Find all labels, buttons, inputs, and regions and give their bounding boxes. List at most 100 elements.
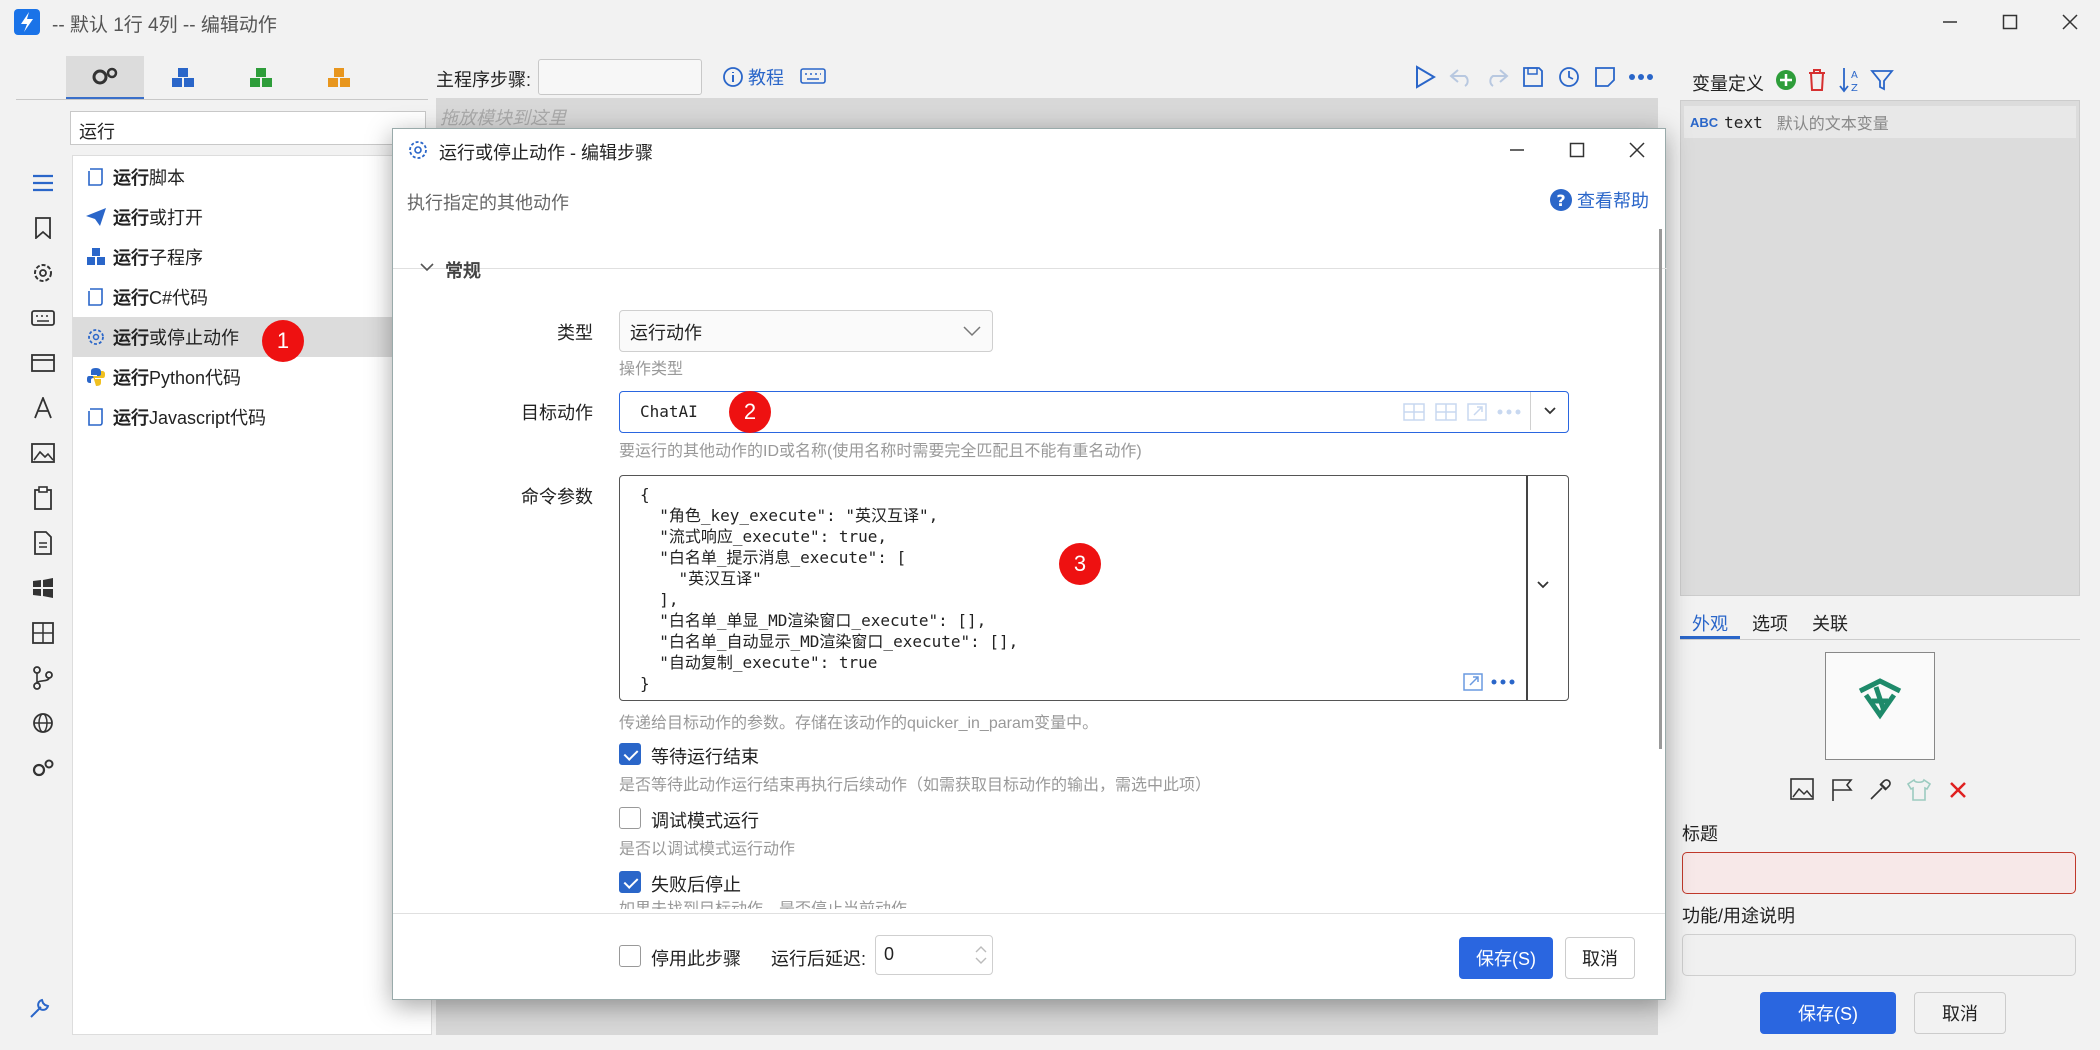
tab-subprograms[interactable]: [144, 56, 222, 100]
gear-icon[interactable]: [22, 250, 64, 295]
tab-modules[interactable]: [66, 56, 144, 100]
stop-on-fail-hint-clip: 如果未找到目标动作，是否停止当前动作: [619, 895, 1319, 909]
redo-icon[interactable]: [1482, 62, 1512, 92]
list-item-run-csharp[interactable]: 运行 C#代码: [73, 277, 431, 317]
dialog-scrollbar[interactable]: [1659, 229, 1662, 749]
dialog-description-bar: 执行指定的其他动作 ? 查看帮助: [393, 171, 1667, 269]
image-icon[interactable]: [22, 430, 64, 475]
chevron-down-icon: [963, 326, 981, 337]
description-input[interactable]: [1682, 934, 2076, 976]
debug-checkbox[interactable]: [619, 807, 641, 829]
tab-library[interactable]: [300, 56, 378, 100]
dialog-close-button[interactable]: [1607, 129, 1667, 171]
debug-label: 调试模式运行: [651, 811, 759, 831]
list-item-run-javascript[interactable]: 运行 Javascript代码: [73, 397, 431, 437]
delay-input[interactable]: 0: [875, 935, 993, 975]
tab-appearance[interactable]: 外观: [1680, 604, 1740, 639]
minimize-button[interactable]: [1920, 0, 1980, 44]
variable-item-text[interactable]: ABC text 默认的文本变量: [1684, 106, 2076, 138]
dialog-minimize-button[interactable]: [1487, 129, 1547, 171]
variable-type: ABC: [1690, 114, 1719, 130]
target-dropdown-button[interactable]: [1530, 392, 1568, 430]
sort-az-icon[interactable]: AZ: [1838, 66, 1864, 94]
shirt-icon[interactable]: [1906, 778, 1932, 802]
type-select[interactable]: 运行动作: [619, 310, 993, 352]
tab-shared-subprograms[interactable]: [222, 56, 300, 100]
run-icon[interactable]: [1410, 62, 1440, 92]
action-icon-preview[interactable]: [1825, 652, 1935, 760]
list-item-run-python[interactable]: 运行 Python代码: [73, 357, 431, 397]
filter-icon[interactable]: [1870, 68, 1894, 92]
variable-name: text: [1724, 112, 1763, 132]
module-category-tabs: [66, 56, 428, 100]
title-label: 标题: [1682, 824, 1718, 844]
type-hint: 操作类型: [619, 361, 684, 378]
text-icon[interactable]: [22, 385, 64, 430]
dialog-save-button[interactable]: 保存(S): [1459, 937, 1553, 979]
list-item-run-script[interactable]: 运行 脚本: [73, 157, 431, 197]
open-external-icon[interactable]: [1462, 672, 1484, 692]
file-icon[interactable]: [22, 520, 64, 565]
windows-logo-icon[interactable]: [22, 565, 64, 610]
more-icon: [1497, 409, 1521, 415]
module-search-input[interactable]: 运行: [70, 111, 426, 145]
stop-on-fail-checkbox[interactable]: [619, 871, 641, 893]
save-action-button[interactable]: 保存(S): [1760, 992, 1896, 1034]
delete-variable-icon[interactable]: [1806, 68, 1828, 92]
chevron-down-icon[interactable]: [419, 261, 435, 273]
dialog-maximize-button[interactable]: [1547, 129, 1607, 171]
list-item-run-subprogram[interactable]: 运行 子程序: [73, 237, 431, 277]
tab-options[interactable]: 选项: [1740, 604, 1800, 639]
section-general[interactable]: 常规: [445, 257, 481, 283]
flag-icon[interactable]: [1830, 778, 1854, 802]
params-editor[interactable]: { "角色_key_execute": "英汉互译", "流式响应_execut…: [619, 475, 1569, 701]
target-hint: 要运行的其他动作的ID或名称(使用名称时需要完全匹配且不能有重名动作): [619, 443, 1142, 460]
more-icon[interactable]: [1626, 62, 1656, 92]
clipboard-icon[interactable]: [22, 475, 64, 520]
window-icon[interactable]: [22, 340, 64, 385]
script-icon: [85, 286, 107, 308]
variable-desc: 默认的文本变量: [1776, 116, 1889, 133]
branch-icon[interactable]: [22, 655, 64, 700]
wrench-icon[interactable]: [28, 996, 52, 1020]
save-icon[interactable]: [1518, 62, 1548, 92]
type-value: 运行动作: [630, 323, 702, 343]
close-button[interactable]: [2040, 0, 2100, 44]
title-input[interactable]: [1682, 852, 2076, 894]
list-item-run-or-stop-action[interactable]: 运行 或停止动作: [73, 317, 431, 357]
globe-icon[interactable]: [22, 700, 64, 745]
undo-icon[interactable]: [1446, 62, 1476, 92]
image-icon[interactable]: [1790, 778, 1814, 800]
wait-checkbox[interactable]: [619, 743, 641, 765]
side-icon-rail: [22, 160, 64, 790]
main-steps-input[interactable]: [538, 59, 702, 95]
list-icon[interactable]: [22, 160, 64, 205]
settings-cogs-icon[interactable]: [22, 745, 64, 790]
note-icon[interactable]: [1590, 62, 1620, 92]
info-icon: [723, 67, 743, 87]
grid-icon: [1403, 403, 1425, 421]
disable-step-checkbox[interactable]: [619, 945, 641, 967]
tutorial-link[interactable]: 教程: [722, 64, 784, 90]
add-variable-icon[interactable]: [1774, 68, 1798, 92]
target-label: 目标动作: [521, 403, 593, 423]
clear-icon[interactable]: [1948, 780, 1968, 800]
tab-relations[interactable]: 关联: [1800, 604, 1860, 639]
svg-text:A: A: [1851, 70, 1858, 81]
cancel-action-button[interactable]: 取消: [1914, 992, 2006, 1034]
target-tools: [1402, 402, 1522, 422]
keyboard-icon[interactable]: [800, 66, 826, 86]
keyboard-icon[interactable]: [22, 295, 64, 340]
maximize-button[interactable]: [1980, 0, 2040, 44]
main-steps-label: 主程序步骤:: [436, 70, 532, 90]
more-icon[interactable]: [1490, 672, 1516, 692]
help-link[interactable]: ? 查看帮助: [1549, 187, 1649, 213]
history-icon[interactable]: [1554, 62, 1584, 92]
eyedropper-icon[interactable]: [1868, 778, 1892, 802]
chevron-down-icon[interactable]: [1536, 580, 1550, 590]
bookmark-icon[interactable]: [22, 205, 64, 250]
list-item-run-or-open[interactable]: 运行 或打开: [73, 197, 431, 237]
params-scroll-divider: [1526, 476, 1528, 700]
calculator-icon[interactable]: [22, 610, 64, 655]
dialog-cancel-button[interactable]: 取消: [1565, 937, 1635, 979]
